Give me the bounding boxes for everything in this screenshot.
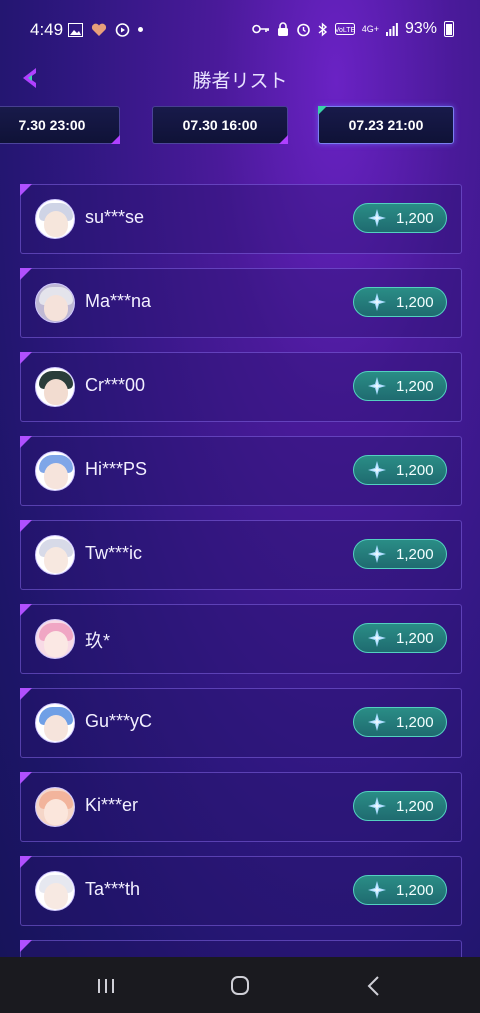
list-item: su***se 1,200: [20, 184, 462, 254]
winner-name: Ki***er: [85, 795, 139, 815]
list-item: Ta***th 1,200: [20, 856, 462, 926]
recent-apps-button[interactable]: [86, 971, 126, 1001]
primogem-icon: [368, 377, 386, 395]
primogem-icon: [368, 293, 386, 311]
list-item: Cr***00 1,200: [20, 352, 462, 422]
reward-badge: 1,200: [353, 287, 447, 317]
tab-date-3[interactable]: 07.23 21:00: [318, 106, 454, 144]
avatar: [35, 367, 75, 407]
winner-name: Ma***na: [85, 291, 152, 311]
reward-amount: 1,200: [396, 629, 434, 647]
list-item: 玖* 1,200: [20, 604, 462, 674]
reward-badge: 1,200: [353, 623, 447, 653]
primogem-icon: [368, 209, 386, 227]
date-tabs: 7.30 23:00 07.30 16:00 07.23 21:00: [0, 106, 480, 148]
heart-icon: [91, 23, 107, 36]
network-type: 4G+: [361, 24, 379, 34]
winner-name: 玖*: [85, 631, 111, 651]
primogem-icon: [368, 629, 386, 647]
status-right-icons: VoLTE 4G+ 93%: [251, 20, 454, 38]
reward-amount: 1,200: [396, 209, 434, 227]
lock-app-icon: [277, 21, 288, 36]
list-item: Gu***yC 1,200: [20, 688, 462, 758]
avatar: [35, 199, 75, 239]
header: 勝者リスト: [0, 62, 480, 96]
tab-label: 07.30 16:00: [182, 117, 258, 133]
key-icon: [251, 24, 269, 34]
avatar: [35, 451, 75, 491]
reward-badge: 1,200: [353, 371, 447, 401]
reward-amount: 1,200: [396, 545, 434, 563]
alarm-icon: [296, 23, 310, 36]
reward-amount: 1,200: [396, 461, 434, 479]
svg-text:VoLTE: VoLTE: [335, 27, 355, 34]
page-title: 勝者リスト: [192, 71, 288, 92]
winner-name: Gu***yC: [85, 711, 153, 731]
tab-date-1[interactable]: 7.30 23:00: [0, 106, 120, 144]
reward-amount: 1,200: [396, 293, 434, 311]
gallery-icon: [68, 22, 83, 37]
reward-badge: 1,200: [353, 875, 447, 905]
reward-badge: 1,200: [353, 455, 447, 485]
winner-name: Cr***00: [85, 375, 146, 395]
reward-badge: 1,200: [353, 707, 447, 737]
battery-icon: [444, 21, 454, 37]
status-time: 4:49: [30, 20, 64, 39]
winner-name: su***se: [85, 207, 145, 227]
reward-badge: 1,200: [353, 791, 447, 821]
list-item: Tw***ic 1,200: [20, 520, 462, 590]
system-back-button[interactable]: [354, 971, 394, 1001]
reward-amount: 1,200: [396, 881, 434, 899]
system-nav-bar: [0, 957, 480, 1013]
avatar: [35, 703, 75, 743]
avatar: [35, 283, 75, 323]
primogem-icon: [368, 713, 386, 731]
avatar: [35, 535, 75, 575]
list-item: Ki***er 1,200: [20, 772, 462, 842]
reward-badge: 1,200: [353, 539, 447, 569]
winner-name: Hi***PS: [85, 459, 148, 479]
home-icon: [231, 976, 249, 995]
signal-icon: [385, 22, 398, 36]
tab-label: 07.23 21:00: [348, 117, 424, 133]
winner-name: Tw***ic: [85, 543, 143, 563]
reward-amount: 1,200: [396, 713, 434, 731]
status-left-icons: [68, 22, 143, 37]
list-item: Ma***na 1,200: [20, 268, 462, 338]
primogem-icon: [368, 881, 386, 899]
reward-amount: 1,200: [396, 797, 434, 815]
tab-date-2[interactable]: 07.30 16:00: [152, 106, 288, 144]
avatar: [35, 619, 75, 659]
primogem-icon: [368, 797, 386, 815]
battery-percent: 93%: [404, 20, 437, 37]
reward-amount: 1,200: [396, 377, 434, 395]
primogem-icon: [368, 461, 386, 479]
avatar: [35, 871, 75, 911]
tab-label: 7.30 23:00: [18, 117, 86, 133]
back-icon: [367, 976, 379, 996]
winner-name: Ta***th: [85, 879, 141, 899]
reward-badge: 1,200: [353, 203, 447, 233]
bluetooth-icon: [318, 21, 327, 37]
primogem-icon: [368, 545, 386, 563]
avatar: [35, 787, 75, 827]
status-bar: 4:49 VoLTE 4G+ 93%: [0, 0, 480, 56]
home-button[interactable]: [220, 971, 260, 1001]
recent-apps-icon: [98, 979, 114, 993]
notification-dot-icon: [138, 27, 143, 32]
alarm-app-icon: [115, 23, 130, 37]
list-item: Hi***PS 1,200: [20, 436, 462, 506]
volte-icon: VoLTE: [334, 23, 355, 35]
